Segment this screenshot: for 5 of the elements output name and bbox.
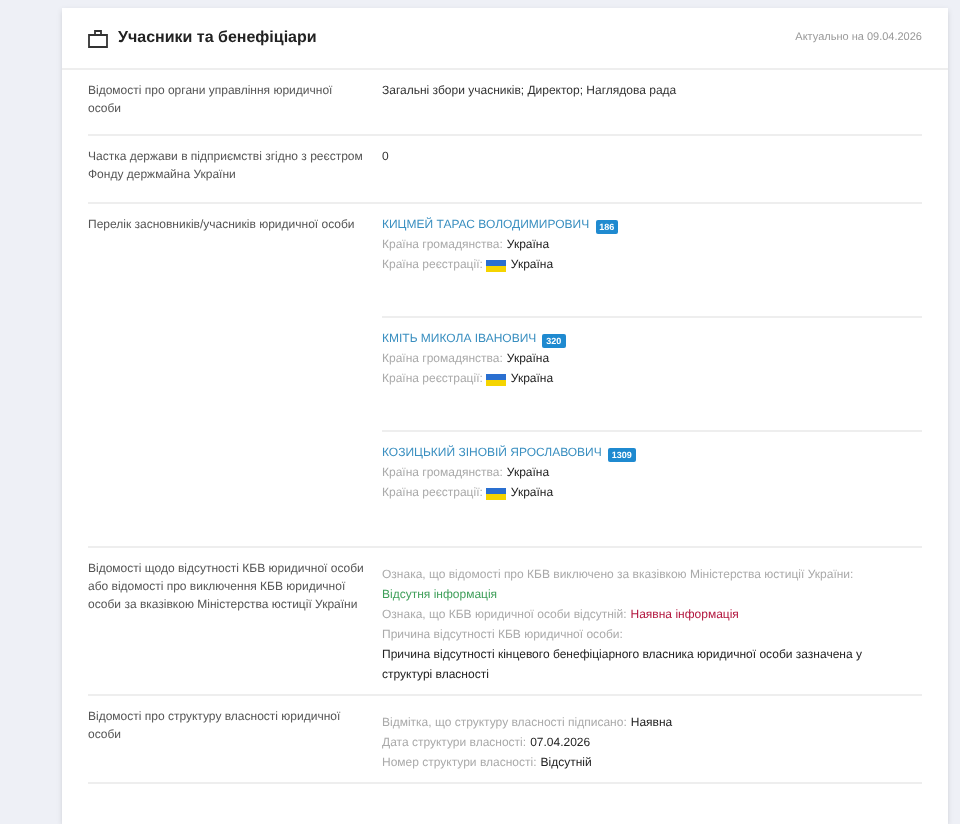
flag-icon — [486, 374, 507, 386]
flag-icon — [486, 260, 507, 272]
briefcase-icon — [88, 29, 108, 47]
section-title: Учасники та бенефіціари — [118, 26, 317, 50]
flag-icon — [486, 488, 507, 500]
